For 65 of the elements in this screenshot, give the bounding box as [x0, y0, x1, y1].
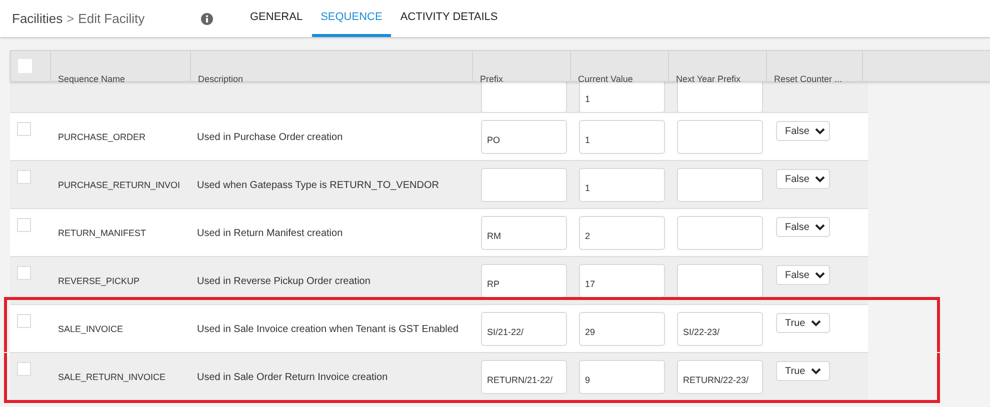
chevron-down-icon [815, 128, 826, 134]
text-field[interactable]: SI/22-23/ [677, 312, 763, 346]
tab[interactable]: ACTIVITY DETAILS [391, 0, 507, 37]
info-icon[interactable] [201, 12, 213, 24]
text-field[interactable] [677, 82, 763, 112]
select-all-checkbox[interactable] [18, 59, 32, 73]
column-header: Description [198, 74, 244, 84]
sequence-name: SALE_INVOICE [58, 324, 124, 334]
description-text: Used in Purchase Order creation [197, 132, 343, 143]
text-field[interactable] [481, 168, 567, 202]
reset-counter-select[interactable]: False [776, 169, 830, 189]
reset-counter-select[interactable]: True [776, 361, 830, 381]
text-field[interactable]: RETURN/21-22/ [481, 360, 567, 394]
text-field[interactable]: RETURN/22-23/ [677, 360, 763, 394]
row-checkbox[interactable] [17, 362, 31, 376]
reset-counter-select[interactable]: True [776, 313, 830, 333]
description-text: Used in Reverse Pickup Order creation [197, 276, 370, 287]
chevron-down-icon [815, 224, 826, 230]
column-header: Sequence Name [58, 74, 126, 84]
text-field[interactable] [677, 120, 763, 154]
text-field[interactable] [677, 264, 763, 298]
row-checkbox[interactable] [17, 314, 31, 328]
row-checkbox[interactable] [17, 266, 31, 280]
column-header: Current Value [578, 74, 633, 84]
breadcrumb-link[interactable]: Facilities [12, 8, 63, 28]
column-header: Next Year Prefix [676, 74, 741, 84]
chevron-down-icon [815, 176, 826, 182]
sequence-name: SALE_RETURN_INVOICE [58, 372, 166, 382]
description-text: Used in Sale Invoice creation when Tenant is GST Enabled [197, 324, 458, 335]
tab[interactable]: SEQUENCE [312, 0, 392, 37]
text-field[interactable] [677, 216, 763, 250]
text-field[interactable]: 1 [579, 120, 665, 154]
text-field[interactable]: RM [481, 216, 567, 250]
text-field[interactable]: 9 [579, 360, 665, 394]
sequence-name: REVERSE_PICKUP [58, 276, 140, 286]
sequence-name: RETURN_MANIFEST [58, 228, 146, 238]
breadcrumb-separator: > [66, 10, 74, 28]
reset-counter-select[interactable]: False [776, 217, 830, 237]
chevron-down-icon [811, 368, 822, 374]
text-field[interactable]: 17 [579, 264, 665, 298]
tab[interactable]: GENERAL [241, 0, 312, 37]
reset-counter-select[interactable]: False [776, 265, 830, 285]
page-title: Edit Facility [78, 10, 145, 28]
description-text: Used in Return Manifest creation [197, 228, 343, 239]
text-field[interactable]: 1 [579, 82, 665, 112]
text-field[interactable]: SI/21-22/ [481, 312, 567, 346]
row-checkbox[interactable] [17, 122, 31, 136]
sequence-name: PURCHASE_RETURN_INVOI [58, 180, 180, 190]
row-checkbox[interactable] [17, 218, 31, 232]
text-field[interactable]: PO [481, 120, 567, 154]
reset-counter-select[interactable]: False [776, 121, 830, 141]
text-field[interactable] [481, 82, 567, 112]
description-text: Used in Sale Order Return Invoice creation [197, 372, 388, 383]
text-field[interactable]: 2 [579, 216, 665, 250]
chevron-down-icon [815, 272, 826, 278]
column-header: Prefix [480, 74, 504, 84]
description-text: Used when Gatepass Type is RETURN_TO_VENDOR [197, 180, 439, 191]
column-header: Reset Counter ... [774, 74, 842, 84]
text-field[interactable]: 1 [579, 168, 665, 202]
sequence-name: PURCHASE_ORDER [58, 132, 146, 142]
chevron-down-icon [811, 320, 822, 326]
text-field[interactable]: RP [481, 264, 567, 298]
text-field[interactable] [677, 168, 763, 202]
text-field[interactable]: 29 [579, 312, 665, 346]
row-checkbox[interactable] [17, 170, 31, 184]
